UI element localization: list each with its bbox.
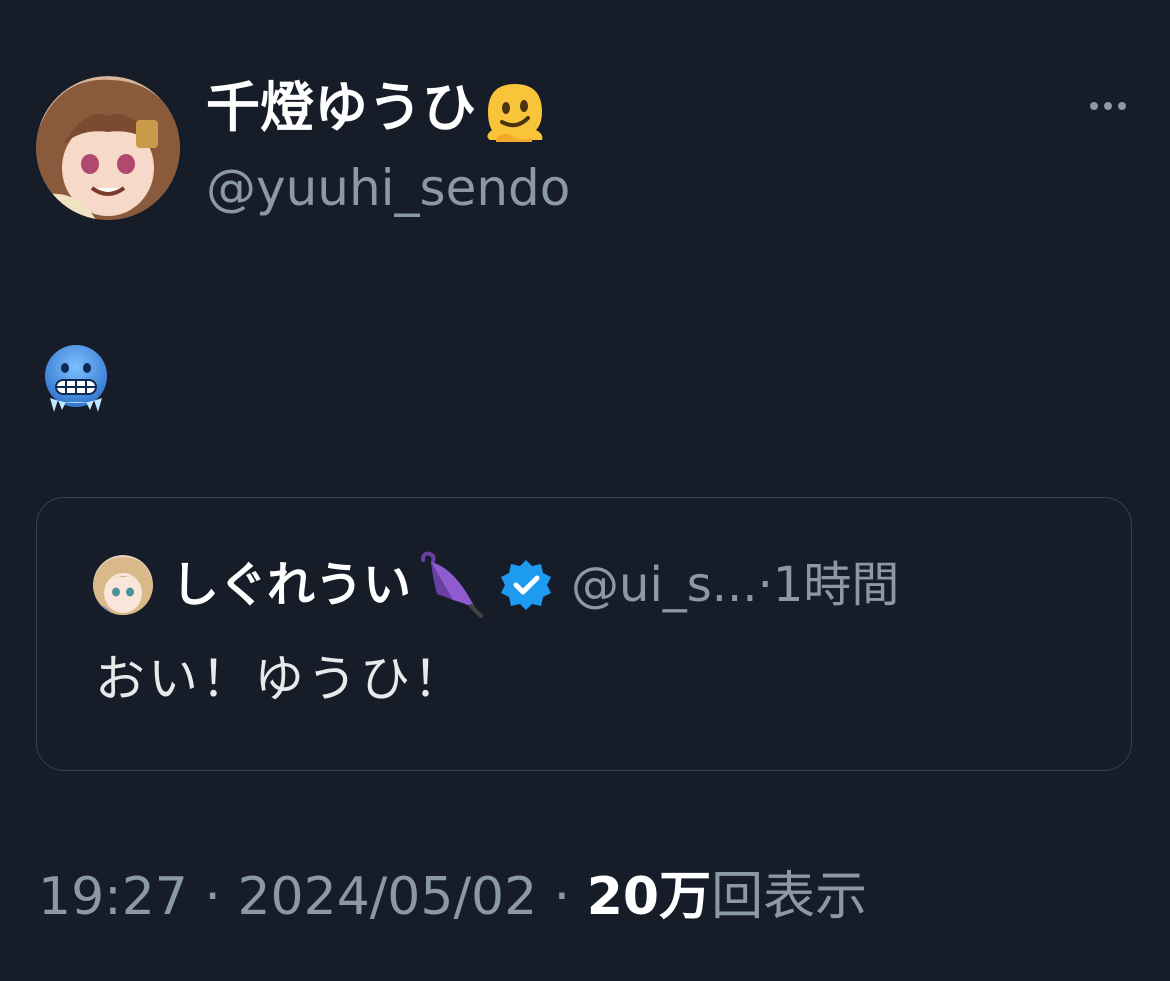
umbrella-icon xyxy=(421,551,484,618)
cold-face-icon xyxy=(45,345,107,412)
author-display-name[interactable]: 千燈ゆうひ xyxy=(206,72,548,144)
tweet-footer: 19:27 · 2024/05/02 · 20万回表示 xyxy=(38,862,867,932)
melting-face-icon xyxy=(487,84,543,143)
quoted-author-avatar[interactable] xyxy=(93,555,153,615)
more-options-button[interactable] xyxy=(1078,92,1138,120)
quoted-author-handle[interactable]: @ui_s... xyxy=(571,555,758,615)
quoted-author-name[interactable]: しぐれうい xyxy=(171,555,411,615)
quoted-tweet-time: ·1時間 xyxy=(757,557,900,613)
view-label: 回表示 xyxy=(711,867,868,927)
quoted-tweet-card[interactable]: しぐれうい @ui_s... ·1時間 おい！ゆうひ！ xyxy=(36,497,1132,771)
quoted-tweet-header: しぐれうい @ui_s... ·1時間 xyxy=(93,550,899,620)
author-avatar[interactable] xyxy=(36,76,180,220)
author-name-text: 千燈ゆうひ xyxy=(206,76,476,139)
quoted-tweet-text: おい！ゆうひ！ xyxy=(95,650,466,708)
verified-badge-icon xyxy=(501,560,552,610)
view-count: 20万 xyxy=(586,867,712,927)
author-handle[interactable]: @yuuhi_sendo xyxy=(206,155,570,221)
tweet-timestamp[interactable]: 19:27 · 2024/05/02 · xyxy=(38,867,587,927)
